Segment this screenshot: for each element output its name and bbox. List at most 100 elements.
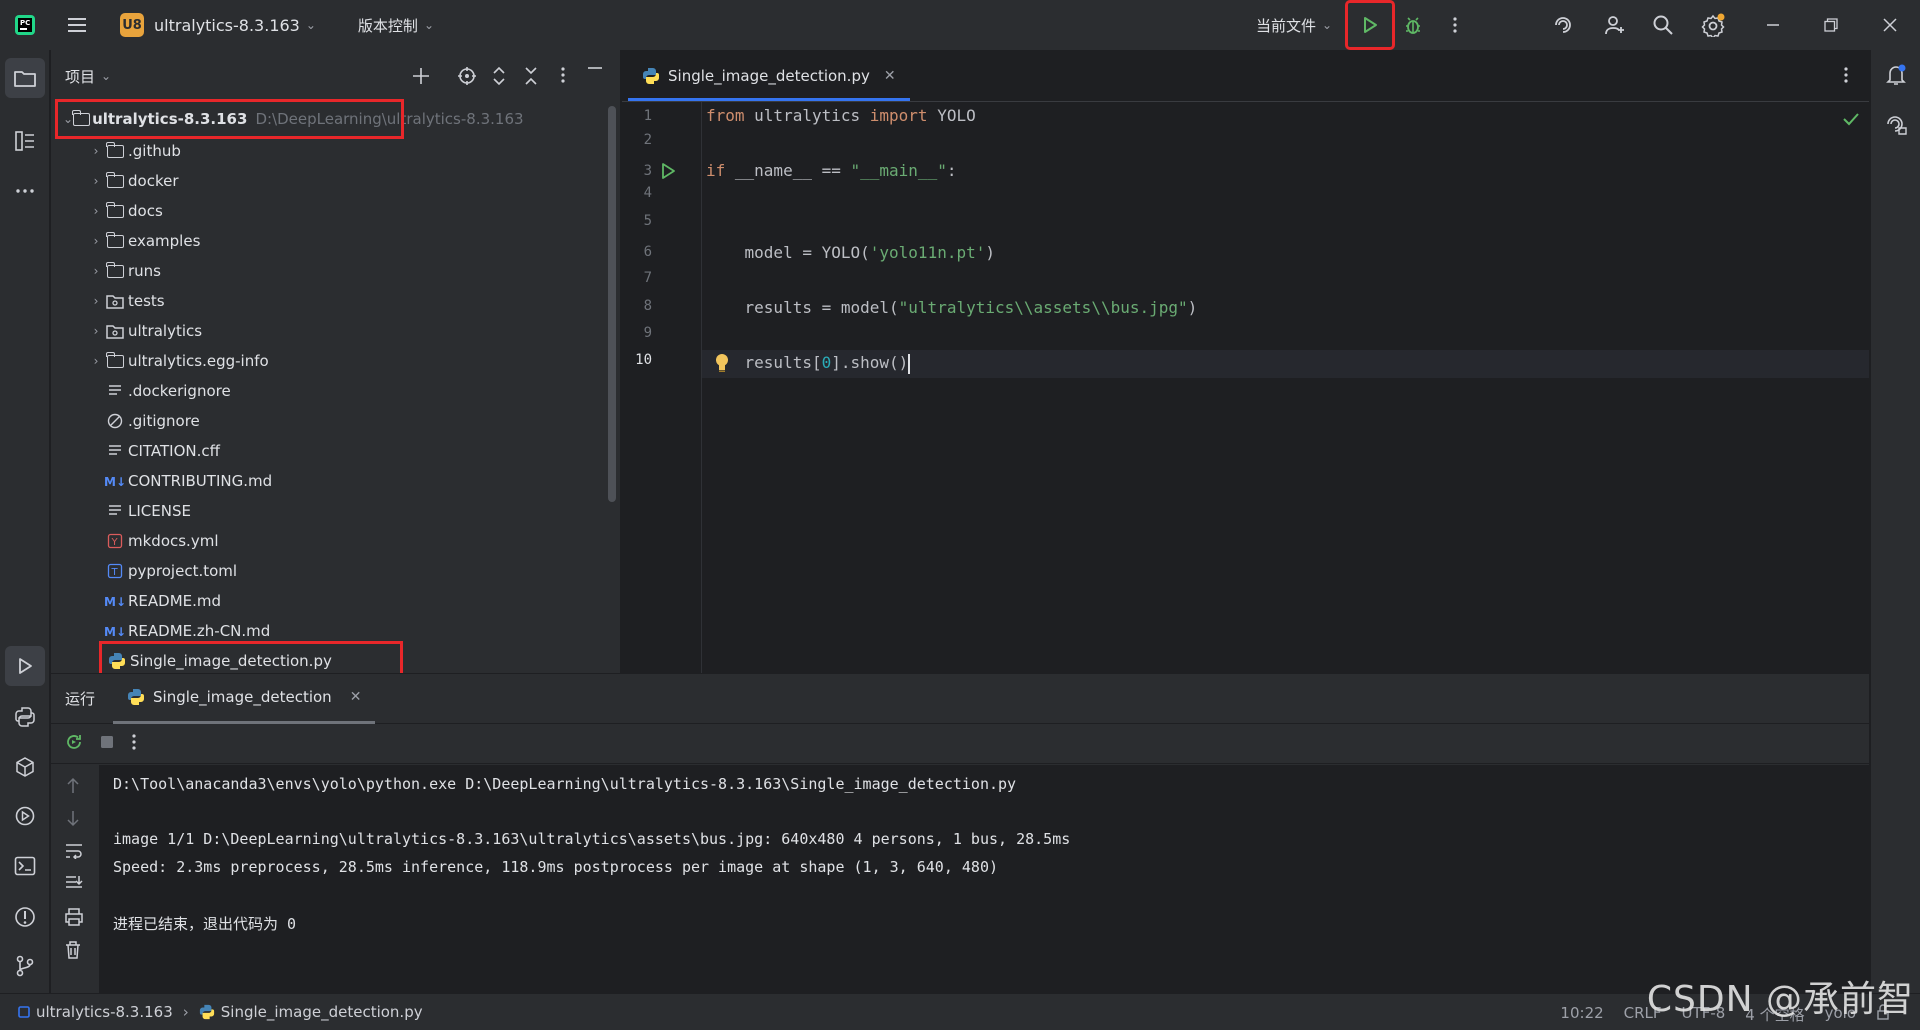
chevron-right-icon[interactable]: › (88, 354, 104, 368)
restore-window-icon[interactable] (1814, 8, 1848, 42)
tree-item[interactable]: › docs (88, 196, 163, 226)
code-token: if (706, 161, 726, 180)
more-actions-icon[interactable] (1438, 8, 1472, 42)
code-line-8[interactable]: results = model("ultralytics\\assets\\bu… (706, 298, 1198, 317)
vcs-menu[interactable]: 版本控制 ⌄ (350, 9, 442, 41)
console-line: D:\Tool\anacanda3\envs\yolo\python.exe D… (113, 775, 1017, 793)
panel-options-icon[interactable] (552, 66, 574, 86)
tree-item[interactable]: .dockerignore (88, 376, 231, 406)
chevron-down-icon[interactable]: ⌄ (101, 69, 111, 83)
run-tool-icon[interactable] (5, 646, 45, 686)
chevron-down-icon: ⌄ (305, 18, 316, 32)
line-number: 4 (643, 185, 652, 201)
debug-button[interactable] (1396, 8, 1430, 42)
locate-file-icon[interactable] (456, 66, 478, 86)
services-icon[interactable] (8, 799, 42, 833)
python-packages-icon[interactable] (8, 750, 42, 784)
soft-wrap-icon[interactable] (65, 843, 83, 863)
git-branch-icon[interactable] (8, 949, 42, 983)
code-line-10[interactable]: results[0].show() (706, 353, 911, 374)
code-line-1[interactable]: from ultralytics import YOLO (706, 106, 976, 125)
rerun-icon[interactable] (65, 733, 83, 755)
run-options-icon[interactable] (131, 733, 137, 755)
run-config-selector[interactable]: 当前文件 ⌄ (1248, 9, 1340, 41)
chevron-right-icon[interactable]: › (88, 294, 104, 308)
editor-tab[interactable]: Single_image_detection.py ✕ (628, 53, 910, 101)
tree-item[interactable]: .gitignore (88, 406, 200, 436)
tree-item[interactable]: M↓ README.zh-CN.md (88, 616, 270, 646)
breadcrumb-project[interactable]: ultralytics-8.3.163 (36, 1003, 173, 1021)
cursor-position[interactable]: 10:22 (1560, 1004, 1603, 1025)
tree-item[interactable]: Tpyproject.toml (88, 556, 237, 586)
breadcrumb-file[interactable]: Single_image_detection.py (221, 1003, 423, 1021)
tree-item[interactable]: › docker (88, 166, 179, 196)
editor-options-icon[interactable] (1843, 66, 1849, 88)
stop-icon[interactable] (99, 734, 115, 754)
run-tab[interactable]: Single_image_detection ✕ (113, 674, 376, 724)
notifications-bell-icon[interactable] (1879, 58, 1913, 92)
add-user-icon[interactable] (1598, 8, 1632, 42)
tree-item[interactable]: Ymkdocs.yml (88, 526, 218, 556)
add-file-icon[interactable] (410, 66, 432, 86)
line-number: 6 (643, 244, 652, 260)
settings-gear-icon[interactable] (1696, 8, 1730, 42)
code-token: __name__ == (725, 161, 851, 180)
code-line-3[interactable]: if __name__ == "__main__": (706, 161, 956, 180)
tree-item[interactable]: LICENSE (88, 496, 191, 526)
python-file-icon (106, 652, 128, 670)
project-panel-title[interactable]: 项目 (65, 66, 95, 87)
scroll-down-icon[interactable] (65, 809, 81, 831)
markdown-file-icon: M↓ (104, 594, 126, 608)
project-root[interactable]: ⌄ ultralytics-8.3.163 D:\DeepLearning\ul… (55, 99, 524, 139)
run-gutter-icon[interactable] (659, 162, 677, 184)
minimize-window-icon[interactable] (1756, 8, 1790, 42)
ai-chat-icon[interactable] (1879, 108, 1913, 142)
chevron-right-icon[interactable]: › (88, 264, 104, 278)
clear-trash-icon[interactable] (65, 941, 81, 963)
chevron-right-icon[interactable]: › (88, 234, 104, 248)
scroll-up-icon[interactable] (65, 777, 81, 799)
tree-item[interactable]: › ultralytics.egg-info (88, 346, 269, 376)
close-tab-icon[interactable]: ✕ (884, 68, 896, 84)
text-file-icon (104, 504, 126, 518)
tree-item[interactable]: › runs (88, 256, 161, 286)
chevron-right-icon[interactable]: › (88, 204, 104, 218)
scroll-to-end-icon[interactable] (65, 875, 83, 895)
ai-assistant-icon[interactable] (1546, 8, 1580, 42)
print-icon[interactable] (65, 908, 83, 930)
close-tab-icon[interactable]: ✕ (350, 689, 362, 705)
chevron-right-icon[interactable]: › (88, 324, 104, 338)
project-badge: U8 (120, 13, 144, 37)
tree-item[interactable]: › examples (88, 226, 200, 256)
code-line-6[interactable]: model = YOLO('yolo11n.pt') (706, 243, 995, 262)
main-menu-icon[interactable] (60, 8, 94, 42)
project-switcher[interactable]: U8 ultralytics-8.3.163 ⌄ (112, 9, 324, 41)
tree-item[interactable]: M↓ README.md (88, 586, 221, 616)
close-window-icon[interactable] (1873, 8, 1907, 42)
structure-tool-icon[interactable] (8, 124, 42, 158)
project-root-name: ultralytics-8.3.163 (92, 110, 248, 128)
package-folder-icon (104, 324, 126, 339)
code-token: "__main__" (850, 161, 947, 180)
terminal-icon[interactable] (8, 849, 42, 883)
tree-item[interactable]: CITATION.cff (88, 436, 220, 466)
more-tools-icon[interactable] (8, 174, 42, 208)
collapse-all-icon[interactable] (520, 66, 542, 86)
hide-panel-icon[interactable] (584, 66, 606, 86)
code-token: results = model( (706, 298, 899, 317)
chevron-right-icon[interactable]: › (88, 174, 104, 188)
tree-item[interactable]: M↓ CONTRIBUTING.md (88, 466, 272, 496)
problems-icon[interactable] (8, 900, 42, 934)
chevron-right-icon[interactable]: › (88, 144, 104, 158)
run-button[interactable] (1345, 0, 1395, 50)
project-tool-icon[interactable] (5, 58, 45, 98)
tree-item[interactable]: › .github (88, 136, 181, 166)
search-icon[interactable] (1646, 8, 1680, 42)
tree-item-label: .gitignore (128, 412, 200, 430)
console-output[interactable]: D:\Tool\anacanda3\envs\yolo\python.exe D… (99, 765, 1869, 994)
tree-item[interactable]: › ultralytics (88, 316, 202, 346)
project-scrollbar[interactable] (608, 106, 616, 502)
expand-all-icon[interactable] (488, 66, 510, 86)
tree-item[interactable]: › tests (88, 286, 165, 316)
python-console-icon[interactable] (8, 700, 42, 734)
